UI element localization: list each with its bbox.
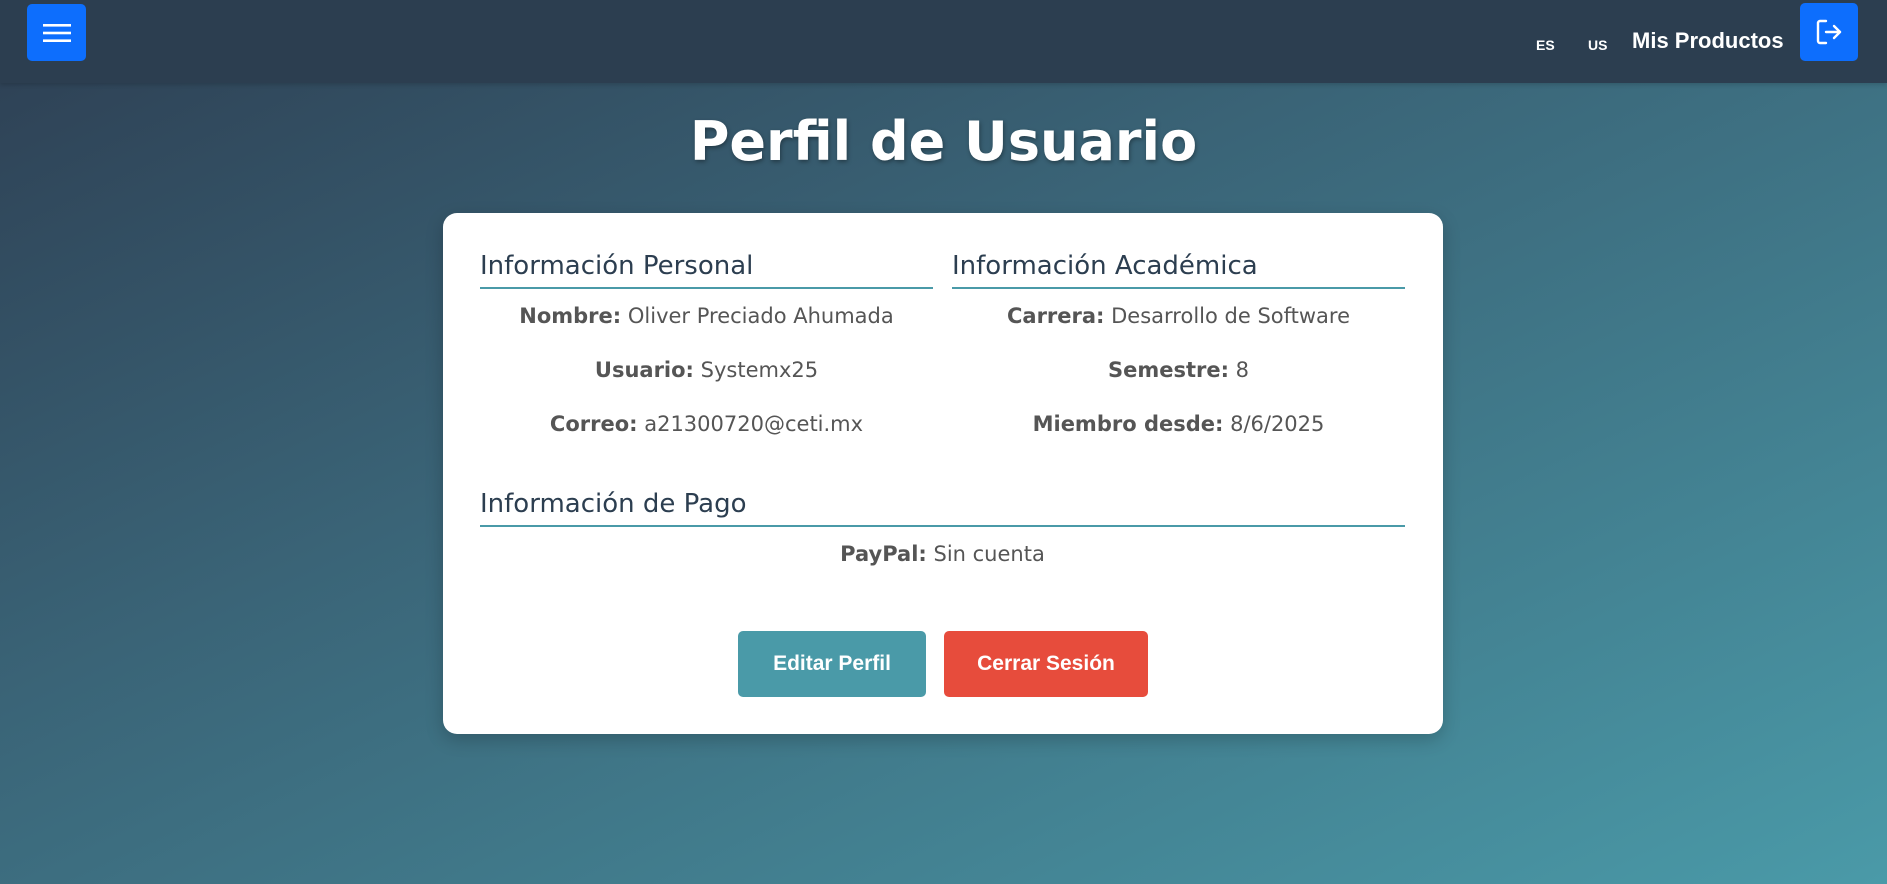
mis-productos-link[interactable]: Mis Productos	[1632, 28, 1784, 54]
edit-profile-button[interactable]: Editar Perfil	[738, 631, 926, 697]
payment-info-heading: Información de Pago	[480, 489, 1405, 527]
logout-button[interactable]: Cerrar Sesión	[944, 631, 1148, 697]
field-label: Correo:	[549, 412, 638, 436]
name-field: Nombre: Oliver Preciado Ahumada	[480, 305, 933, 343]
email-field: Correo: a21300720@ceti.mx	[480, 413, 933, 451]
username-field: Usuario: Systemx25	[480, 359, 933, 397]
field-value: Systemx25	[700, 358, 819, 382]
page-title: Perfil de Usuario	[689, 110, 1198, 173]
field-label: Semestre:	[1107, 358, 1229, 382]
field-label: Usuario:	[594, 358, 694, 382]
field-value: Oliver Preciado Ahumada	[627, 304, 894, 328]
semester-field: Semestre: 8	[952, 359, 1405, 397]
field-value: 8	[1235, 358, 1250, 382]
field-value: Sin cuenta	[933, 542, 1045, 566]
career-field: Carrera: Desarrollo de Software	[952, 305, 1405, 343]
language-es-option[interactable]: ES	[1536, 37, 1555, 53]
hamburger-menu-button[interactable]	[27, 4, 86, 61]
paypal-field: PayPal: Sin cuenta	[480, 543, 1405, 581]
field-value: 8/6/2025	[1230, 412, 1325, 436]
member-since-field: Miembro desde: 8/6/2025	[952, 413, 1405, 451]
field-label: Miembro desde:	[1032, 412, 1224, 436]
academic-info-section: Información Académica Carrera: Desarroll…	[952, 251, 1405, 451]
logout-icon	[1816, 19, 1842, 45]
field-label: PayPal:	[840, 542, 927, 566]
profile-card: Información Personal Nombre: Oliver Prec…	[443, 213, 1443, 734]
personal-info-heading: Información Personal	[480, 251, 933, 289]
personal-info-section: Información Personal Nombre: Oliver Prec…	[480, 251, 933, 451]
top-navbar: ES US Mis Productos	[0, 0, 1887, 83]
hamburger-menu-icon	[42, 23, 71, 42]
field-value: Desarrollo de Software	[1111, 304, 1351, 328]
payment-info-section: Información de Pago PayPal: Sin cuenta	[480, 489, 1405, 581]
logout-icon-button[interactable]	[1800, 3, 1858, 61]
field-label: Carrera:	[1006, 304, 1105, 328]
field-value: a21300720@ceti.mx	[644, 412, 864, 436]
language-us-option[interactable]: US	[1588, 37, 1607, 53]
field-label: Nombre:	[519, 304, 622, 328]
academic-info-heading: Información Académica	[952, 251, 1405, 289]
